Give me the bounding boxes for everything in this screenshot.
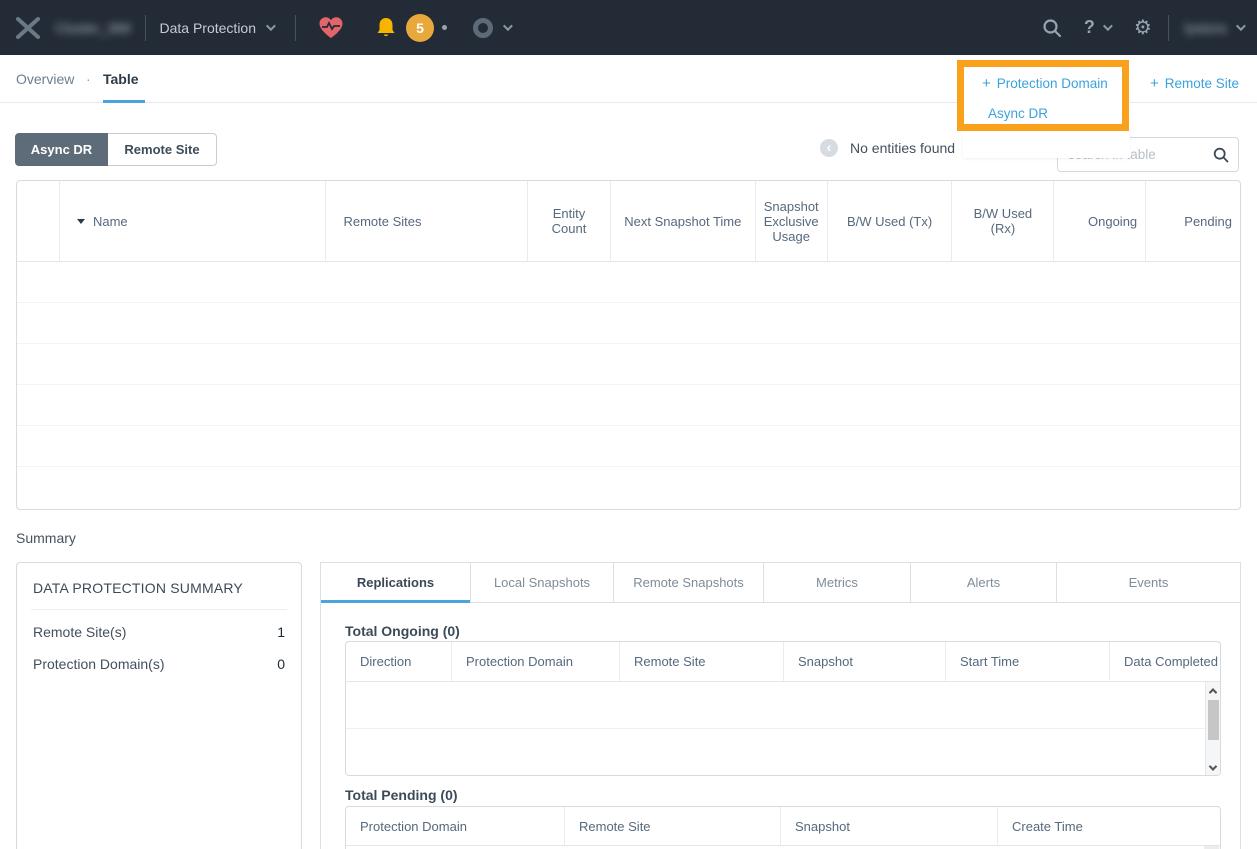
nutanix-x-logo[interactable] [16, 17, 40, 39]
table-row [17, 262, 1240, 303]
plus-icon: + [1150, 75, 1159, 92]
col-bw-used-tx[interactable]: B/W Used (Tx) [828, 181, 953, 261]
add-remote-site-button[interactable]: + Remote Site [1150, 75, 1239, 92]
col-remote-sites[interactable]: Remote Sites [326, 181, 528, 261]
col-ongoing[interactable]: Ongoing [1054, 181, 1146, 261]
col-protection-domain[interactable]: Protection Domain [452, 642, 620, 681]
total-ongoing-title: Total Ongoing (0) [345, 623, 460, 639]
col-data-completed[interactable]: Data Completed [1110, 642, 1220, 681]
stat-label: Protection Domain(s) [33, 656, 165, 672]
menu-item-async-dr[interactable]: Async DR [988, 106, 1048, 121]
scroll-up-icon[interactable] [1206, 682, 1221, 699]
divider [1168, 15, 1169, 41]
col-bw-used-rx[interactable]: B/W Used (Rx) [952, 181, 1054, 261]
divider [295, 15, 296, 41]
col-next-snapshot-time[interactable]: Next Snapshot Time [611, 181, 756, 261]
chevron-down-icon[interactable] [266, 21, 276, 31]
protection-domain-table: Name Remote Sites Entity Count Next Snap… [16, 180, 1241, 510]
summary-detail-panel: Replications Local Snapshots Remote Snap… [320, 562, 1241, 849]
col-snapshot[interactable]: Snapshot [784, 642, 946, 681]
tab-replications[interactable]: Replications [321, 563, 471, 602]
pending-table: Protection Domain Remote Site Snapshot C… [345, 806, 1221, 849]
col-pending[interactable]: Pending [1146, 181, 1240, 261]
col-snapshot[interactable]: Snapshot [781, 807, 998, 845]
alert-count-badge[interactable]: 5 [406, 14, 434, 42]
username[interactable]: lystora [1185, 20, 1226, 36]
table-row [346, 682, 1220, 729]
table-header-row: Name Remote Sites Entity Count Next Snap… [17, 181, 1240, 262]
status-group: ‹ No entities found [820, 139, 955, 157]
col-entity-count[interactable]: Entity Count [528, 181, 611, 261]
vertical-scrollbar[interactable] [1205, 682, 1220, 776]
add-remote-site-label[interactable]: Remote Site [1165, 76, 1239, 91]
ongoing-table-body [346, 682, 1220, 776]
toggle-async-dr[interactable]: Async DR [15, 133, 108, 166]
col-create-time[interactable]: Create Time [998, 807, 1220, 845]
col-name[interactable]: Name [60, 181, 327, 261]
status-text: No entities found [850, 140, 955, 156]
scrollbar-thumb[interactable] [1208, 700, 1219, 740]
stat-value: 1 [277, 624, 285, 640]
add-protection-domain-button[interactable]: + Protection Domain [982, 75, 1108, 92]
search-icon[interactable] [1042, 18, 1062, 38]
detail-tab-row: Replications Local Snapshots Remote Snap… [321, 563, 1240, 603]
sort-desc-icon [77, 219, 85, 224]
table-row [17, 303, 1240, 344]
col-start-time[interactable]: Start Time [946, 642, 1110, 681]
data-protection-page: Cluster_368 Data Protection 5 [0, 0, 1257, 849]
page-left-icon[interactable]: ‹ [820, 139, 838, 157]
tab-table[interactable]: Table [103, 55, 139, 103]
col-direction[interactable]: Direction [346, 642, 452, 681]
ongoing-header-row: Direction Protection Domain Remote Site … [346, 642, 1220, 682]
top-bar: Cluster_368 Data Protection 5 [0, 0, 1257, 55]
tasks-ring-icon[interactable] [473, 18, 493, 38]
table-row [17, 426, 1240, 467]
plus-icon: + [982, 75, 991, 92]
col-remote-site[interactable]: Remote Site [620, 642, 784, 681]
summary-section-label: Summary [16, 530, 76, 546]
chevron-down-icon[interactable] [503, 21, 513, 31]
add-protection-domain-label[interactable]: Protection Domain [997, 76, 1108, 91]
data-protection-summary-card: DATA PROTECTION SUMMARY Remote Site(s) 1… [16, 562, 302, 849]
total-pending-title: Total Pending (0) [345, 787, 458, 803]
summary-stat-row: Protection Domain(s) 0 [17, 642, 301, 674]
table-row [17, 467, 1240, 508]
tab-separator: · [86, 55, 91, 103]
summary-card-title: DATA PROTECTION SUMMARY [17, 563, 301, 609]
tab-metrics[interactable]: Metrics [764, 563, 911, 602]
entity-type-toggle: Async DR Remote Site [15, 133, 217, 166]
col-protection-domain[interactable]: Protection Domain [346, 807, 565, 845]
alerts-bell-icon[interactable] [374, 16, 398, 40]
ongoing-table: Direction Protection Domain Remote Site … [345, 641, 1221, 776]
nav-menu-data-protection[interactable]: Data Protection [160, 20, 257, 36]
table-row [17, 344, 1240, 385]
col-blank [17, 181, 60, 261]
scroll-down-icon[interactable] [1206, 759, 1221, 776]
table-row [346, 729, 1220, 776]
table-body [17, 262, 1240, 508]
col-remote-site[interactable]: Remote Site [565, 807, 781, 845]
tab-events[interactable]: Events [1057, 563, 1240, 602]
tab-overview[interactable]: Overview [16, 55, 74, 103]
chevron-down-icon[interactable] [1103, 21, 1113, 31]
separator-dot-icon [442, 25, 447, 30]
magnifier-icon[interactable] [1213, 147, 1229, 163]
summary-stat-row: Remote Site(s) 1 [17, 610, 301, 642]
cluster-name[interactable]: Cluster_368 [55, 20, 131, 36]
tab-local-snapshots[interactable]: Local Snapshots [471, 563, 614, 602]
col-snapshot-exclusive-usage[interactable]: Snapshot Exclusive Usage [756, 181, 828, 261]
tab-alerts[interactable]: Alerts [911, 563, 1057, 602]
divider [145, 15, 146, 41]
stat-value: 0 [277, 656, 285, 672]
chevron-down-icon[interactable] [1236, 21, 1246, 31]
toggle-remote-site[interactable]: Remote Site [108, 133, 217, 166]
gear-icon[interactable]: ⚙ [1134, 18, 1152, 38]
pending-header-row: Protection Domain Remote Site Snapshot C… [346, 807, 1220, 846]
table-row [17, 385, 1240, 426]
tab-remote-snapshots[interactable]: Remote Snapshots [614, 563, 764, 602]
stat-label: Remote Site(s) [33, 624, 126, 640]
help-question-icon[interactable]: ? [1084, 17, 1095, 38]
health-heart-icon[interactable] [318, 16, 344, 40]
